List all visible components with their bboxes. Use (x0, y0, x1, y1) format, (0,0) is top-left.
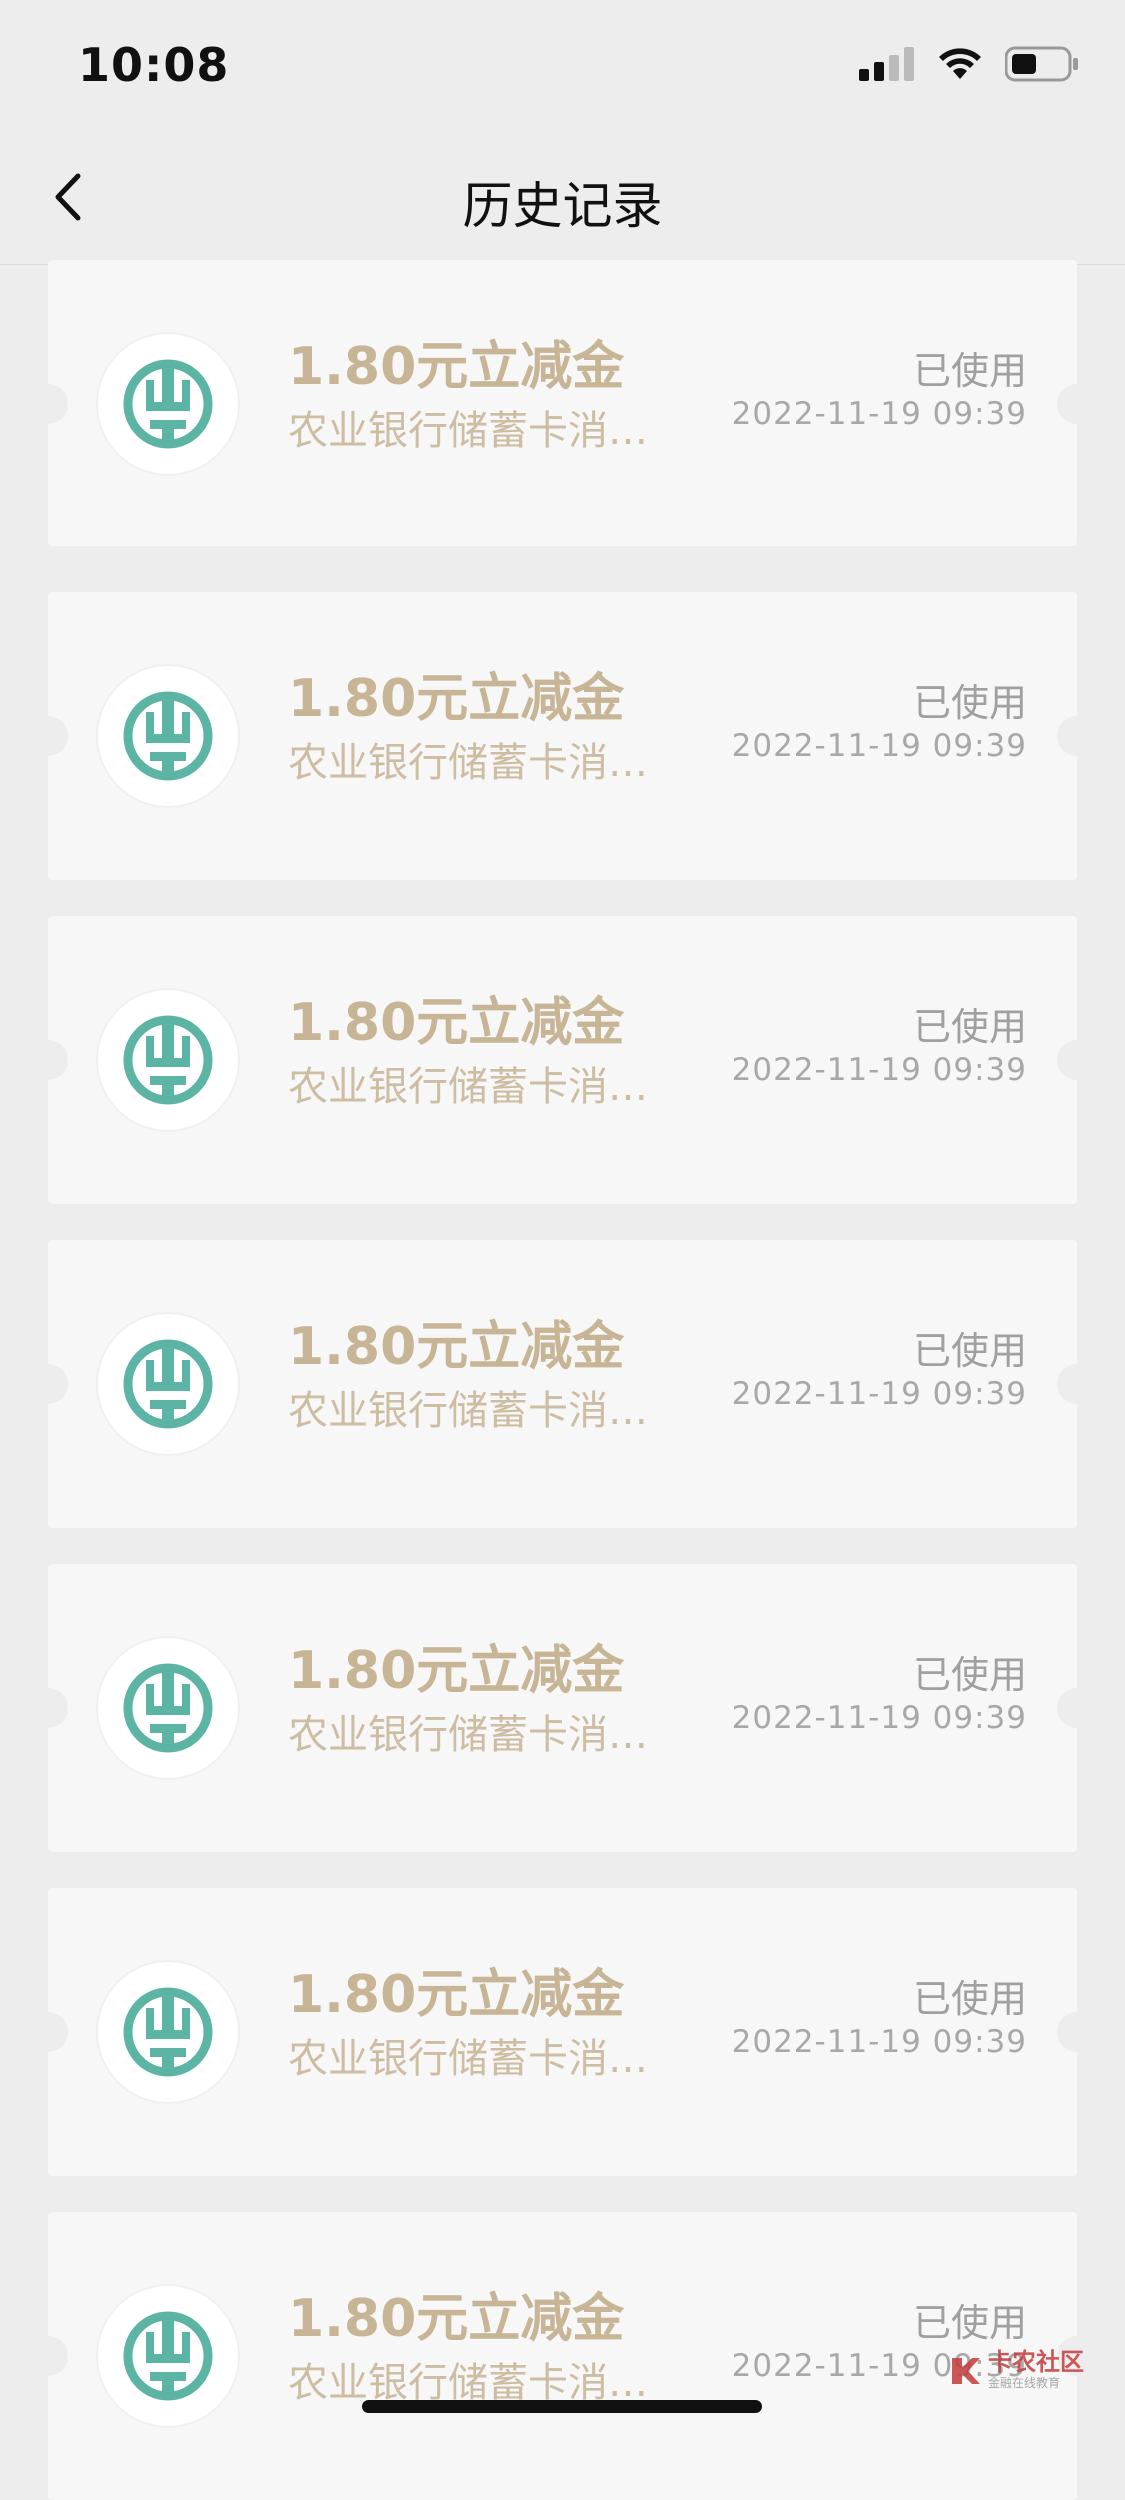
ticket-notch-left (28, 716, 68, 756)
record-card[interactable]: 1.80元立减金 农业银行储蓄卡消… 已使用 2022-11-19 09:39 (28, 1564, 1097, 1852)
home-indicator[interactable] (362, 2400, 762, 2413)
coupon-datetime: 2022-11-19 09:39 (731, 728, 1027, 764)
abc-bank-logo-icon (123, 1663, 213, 1753)
coupon-status: 已使用 (912, 1653, 1027, 1697)
coupon-status: 已使用 (912, 1329, 1027, 1373)
ticket-notch-right (1057, 1688, 1097, 1728)
coupon-amount: 1.80元立减金 (288, 1317, 625, 1377)
coupon-status: 已使用 (912, 349, 1027, 393)
coupon-amount: 1.80元立减金 (288, 1965, 625, 2025)
abc-bank-logo (98, 334, 238, 474)
coupon-description: 农业银行储蓄卡消… (288, 1064, 648, 1110)
coupon-status: 已使用 (912, 681, 1027, 725)
ticket-notch-left (28, 1364, 68, 1404)
ticket-notch-left (28, 2012, 68, 2052)
watermark: 卡农社区 金融在线教育 (948, 2350, 1084, 2391)
nav-bar: 历史记录 (0, 132, 1125, 265)
abc-bank-logo (98, 1314, 238, 1454)
abc-bank-logo-icon (123, 2311, 213, 2401)
coupon-status: 已使用 (912, 2301, 1027, 2345)
coupon-datetime: 2022-11-19 09:39 (731, 1700, 1027, 1736)
abc-bank-logo (98, 1962, 238, 2102)
coupon-datetime: 2022-11-19 09:39 (731, 396, 1027, 432)
coupon-amount: 1.80元立减金 (288, 1641, 625, 1701)
coupon-description: 农业银行储蓄卡消… (288, 2036, 648, 2082)
record-card[interactable]: 1.80元立减金 农业银行储蓄卡消… 已使用 2022-11-19 09:39 (28, 592, 1097, 880)
ticket-notch-right (1057, 2012, 1097, 2052)
abc-bank-logo-icon (123, 1015, 213, 1105)
coupon-description: 农业银行储蓄卡消… (288, 1388, 648, 1434)
record-card[interactable]: 1.80元立减金 农业银行储蓄卡消… 已使用 2022-11-19 09:39 (28, 1240, 1097, 1528)
record-card[interactable]: 1.80元立减金 农业银行储蓄卡消… 已使用 2022-11-19 09:39 (28, 916, 1097, 1204)
status-time: 10:08 (78, 38, 230, 92)
abc-bank-logo (98, 990, 238, 1130)
ticket-notch-right (1057, 1364, 1097, 1404)
page-title: 历史记录 (462, 177, 663, 235)
coupon-datetime: 2022-11-19 09:39 (731, 1376, 1027, 1412)
ticket-notch-left (28, 1040, 68, 1080)
abc-bank-logo (98, 2286, 238, 2426)
watermark-sub: 金融在线教育 (988, 2376, 1061, 2390)
ticket-notch-right (1057, 384, 1097, 424)
coupon-description: 农业银行储蓄卡消… (288, 740, 648, 786)
record-card[interactable]: 1.80元立减金 农业银行储蓄卡消… 已使用 2022-11-19 09:39 (28, 2212, 1097, 2500)
coupon-status: 已使用 (912, 1005, 1027, 1049)
status-bar: 10:08 (0, 0, 1125, 132)
coupon-status: 已使用 (912, 1977, 1027, 2021)
abc-bank-logo-icon (123, 1987, 213, 2077)
signal-icon (859, 47, 914, 81)
abc-bank-logo-icon (123, 1339, 213, 1429)
coupon-amount: 1.80元立减金 (288, 337, 625, 397)
status-icons (859, 46, 1079, 82)
abc-bank-logo (98, 666, 238, 806)
coupon-amount: 1.80元立减金 (288, 2289, 625, 2349)
watermark-logo-icon (952, 2357, 980, 2384)
battery-icon (1005, 46, 1078, 82)
ticket-notch-left (28, 384, 68, 424)
ticket-notch-right (1057, 716, 1097, 756)
coupon-amount: 1.80元立减金 (288, 669, 625, 729)
abc-bank-logo-icon (123, 359, 213, 449)
wifi-icon (939, 48, 981, 79)
coupon-amount: 1.80元立减金 (288, 993, 625, 1053)
record-card[interactable]: 1.80元立减金 农业银行储蓄卡消… 已使用 2022-11-19 09:39 (28, 1888, 1097, 2176)
coupon-description: 农业银行储蓄卡消… (288, 408, 648, 454)
coupon-datetime: 2022-11-19 09:39 (731, 1052, 1027, 1088)
ticket-notch-right (1057, 1040, 1097, 1080)
abc-bank-logo (98, 1638, 238, 1778)
abc-bank-logo-icon (123, 691, 213, 781)
ticket-notch-left (28, 2336, 68, 2376)
record-card[interactable]: 1.80元立减金 农业银行储蓄卡消… 已使用 2022-11-19 09:39 (28, 260, 1097, 546)
ticket-notch-left (28, 1688, 68, 1728)
coupon-description: 农业银行储蓄卡消… (288, 1712, 648, 1758)
watermark-text: 卡农社区 (988, 2348, 1084, 2376)
coupon-datetime: 2022-11-19 09:39 (731, 2024, 1027, 2060)
